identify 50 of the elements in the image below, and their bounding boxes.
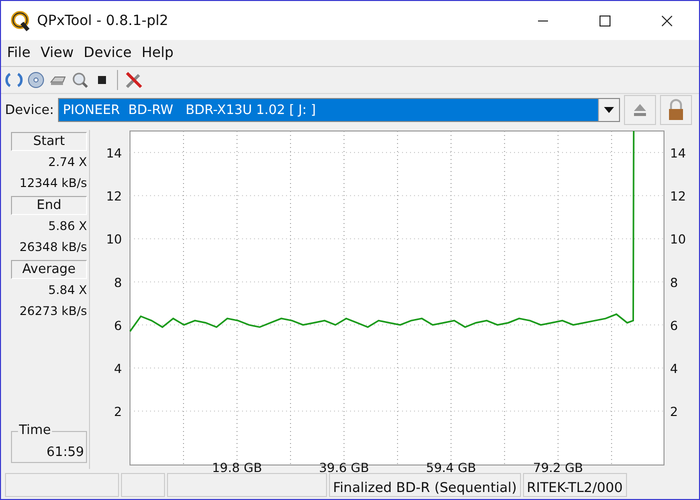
status-text: RITEK-TL2/000 bbox=[522, 473, 627, 497]
stat-value: 2.74 X bbox=[47, 154, 87, 171]
y-axis-label: 2 bbox=[114, 404, 122, 420]
close-icon[interactable] bbox=[661, 14, 673, 26]
menu-item[interactable]: Help bbox=[142, 45, 174, 61]
y-axis-label: 8 bbox=[670, 274, 678, 290]
y-axis-label: 6 bbox=[670, 318, 678, 333]
status-panel bbox=[121, 473, 165, 497]
lock-button[interactable] bbox=[660, 95, 692, 125]
y-axis-label: 10 bbox=[670, 232, 686, 247]
menu-item[interactable]: File bbox=[7, 45, 30, 61]
eject-icon bbox=[632, 102, 648, 118]
stat-value: 26348 kB/s bbox=[18, 239, 87, 256]
stat-value: 5.84 X bbox=[47, 282, 87, 299]
stat-header: Average bbox=[11, 260, 87, 279]
y-axis-label: 12 bbox=[106, 188, 122, 204]
y-axis-label: 14 bbox=[106, 146, 122, 161]
padlock-icon bbox=[666, 99, 685, 121]
caret-icon bbox=[598, 99, 619, 121]
stat-value: 12344 kB/s bbox=[18, 175, 87, 192]
eject-button[interactable] bbox=[624, 95, 656, 125]
stat-value: 5.86 X bbox=[47, 218, 87, 235]
y-axis-label: 14 bbox=[670, 146, 686, 161]
stat-header: End bbox=[11, 196, 87, 215]
stat-value: 26273 kB/s bbox=[18, 303, 87, 320]
x-axis-label: 79.2 GB bbox=[533, 460, 584, 475]
maximize-icon[interactable] bbox=[599, 14, 611, 26]
time-value: 61:59 bbox=[46, 445, 85, 462]
device-dropdown[interactable]: PIONEER BD-RW BDR-X13U 1.02 [ J: ] bbox=[58, 98, 620, 122]
x-axis-label: 19.8 GB bbox=[212, 460, 262, 475]
y-axis-label: 4 bbox=[670, 361, 678, 376]
menu-item[interactable]: View bbox=[40, 45, 74, 61]
tools-icon[interactable] bbox=[124, 70, 144, 90]
device-label: Device: bbox=[5, 102, 54, 118]
y-axis-label: 6 bbox=[114, 318, 122, 333]
window-title: QPxTool - 0.8.1-pl2 bbox=[37, 12, 168, 28]
magnifier-icon[interactable] bbox=[71, 71, 89, 89]
menu-item[interactable]: Device bbox=[84, 45, 132, 61]
y-axis-label: 8 bbox=[114, 274, 122, 290]
x-axis-label: 39.6 GB bbox=[319, 460, 370, 475]
refresh-icon[interactable] bbox=[5, 71, 23, 89]
y-axis-label: 4 bbox=[114, 361, 122, 376]
status-text: Finalized BD-R (Sequential) bbox=[329, 473, 521, 497]
stat-header: Start bbox=[11, 132, 87, 151]
app-logo-icon bbox=[11, 10, 31, 32]
y-axis-label: 2 bbox=[670, 404, 678, 420]
x-axis-label: 59.4 GB bbox=[426, 460, 476, 475]
disc-icon[interactable] bbox=[27, 71, 45, 89]
y-axis-label: 12 bbox=[670, 188, 686, 204]
y-axis-label: 10 bbox=[106, 232, 122, 247]
